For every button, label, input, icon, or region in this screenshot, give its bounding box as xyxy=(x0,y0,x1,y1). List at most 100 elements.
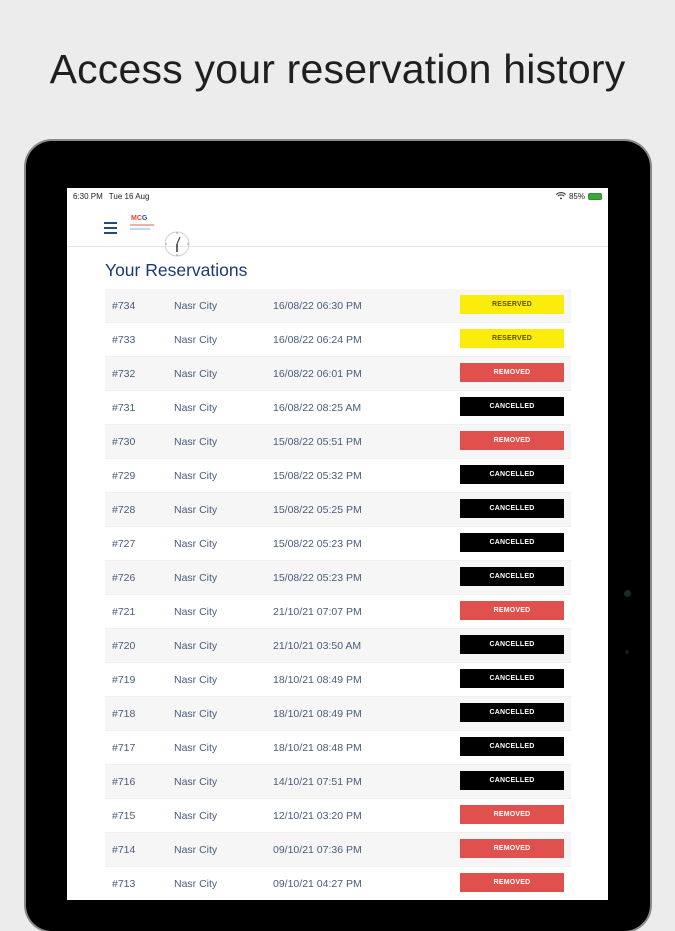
reservation-location: Nasr City xyxy=(174,504,218,516)
status-badge: CANCELLED xyxy=(460,567,564,586)
reservation-datetime: 09/10/21 04:27 PM xyxy=(273,878,362,890)
reservation-id: #730 xyxy=(112,436,136,448)
table-row[interactable]: #713 Nasr City 09/10/21 04:27 PM REMOVED xyxy=(105,867,571,900)
reservation-location: Nasr City xyxy=(174,640,218,652)
table-row[interactable]: #733 Nasr City 16/08/22 06:24 PM RESERVED xyxy=(105,323,571,357)
reservation-id: #731 xyxy=(112,402,136,414)
status-badge: CANCELLED xyxy=(460,533,564,552)
clock-icon xyxy=(165,231,190,257)
reservation-id: #714 xyxy=(112,844,136,856)
app-bar: MCG xyxy=(67,204,608,257)
reservation-id: #726 xyxy=(112,572,136,584)
reservation-id: #717 xyxy=(112,742,136,754)
page-title: Your Reservations xyxy=(105,260,248,280)
reservation-id: #729 xyxy=(112,470,136,482)
status-badge: REMOVED xyxy=(460,805,564,824)
reservation-datetime: 15/08/22 05:23 PM xyxy=(273,538,362,550)
reservation-location: Nasr City xyxy=(174,674,218,686)
reservation-location: Nasr City xyxy=(174,742,218,754)
status-badge: REMOVED xyxy=(460,363,564,382)
reservation-location: Nasr City xyxy=(174,708,218,720)
reservation-id: #721 xyxy=(112,606,136,618)
status-badge: CANCELLED xyxy=(460,635,564,654)
status-badge: REMOVED xyxy=(460,431,564,450)
reservation-id: #718 xyxy=(112,708,136,720)
reservation-location: Nasr City xyxy=(174,334,218,346)
reservation-id: #713 xyxy=(112,878,136,890)
reservation-datetime: 15/08/22 05:32 PM xyxy=(273,470,362,482)
camera-dot xyxy=(624,590,631,597)
brand-logo[interactable]: MCG xyxy=(128,213,156,241)
reservation-location: Nasr City xyxy=(174,538,218,550)
reservation-datetime: 16/08/22 06:24 PM xyxy=(273,334,362,346)
reservation-id: #715 xyxy=(112,810,136,822)
reservation-datetime: 14/10/21 07:51 PM xyxy=(273,776,362,788)
table-row[interactable]: #727 Nasr City 15/08/22 05:23 PM CANCELLED xyxy=(105,527,571,561)
status-badge: CANCELLED xyxy=(460,499,564,518)
reservation-id: #732 xyxy=(112,368,136,380)
table-row[interactable]: #721 Nasr City 21/10/21 07:07 PM REMOVED xyxy=(105,595,571,629)
reservation-datetime: 15/08/22 05:25 PM xyxy=(273,504,362,516)
status-badge: CANCELLED xyxy=(460,669,564,688)
reservation-id: #727 xyxy=(112,538,136,550)
reservation-datetime: 21/10/21 07:07 PM xyxy=(273,606,362,618)
table-row[interactable]: #719 Nasr City 18/10/21 08:49 PM CANCELLED xyxy=(105,663,571,697)
table-row[interactable]: #729 Nasr City 15/08/22 05:32 PM CANCELLED xyxy=(105,459,571,493)
status-badge: REMOVED xyxy=(460,601,564,620)
status-badge: CANCELLED xyxy=(460,465,564,484)
table-row[interactable]: #730 Nasr City 15/08/22 05:51 PM REMOVED xyxy=(105,425,571,459)
reservation-datetime: 09/10/21 07:36 PM xyxy=(273,844,362,856)
status-badge: RESERVED xyxy=(460,329,564,348)
status-badge: CANCELLED xyxy=(460,397,564,416)
wifi-icon xyxy=(555,192,566,200)
table-row[interactable]: #720 Nasr City 21/10/21 03:50 AM CANCELLED xyxy=(105,629,571,663)
status-right: 85% xyxy=(555,191,602,201)
hamburger-menu-icon[interactable] xyxy=(104,222,117,234)
reservation-datetime: 18/10/21 08:49 PM xyxy=(273,708,362,720)
table-row[interactable]: #728 Nasr City 15/08/22 05:25 PM CANCELLED xyxy=(105,493,571,527)
reservation-location: Nasr City xyxy=(174,402,218,414)
status-badge: CANCELLED xyxy=(460,737,564,756)
headline: Access your reservation history xyxy=(49,46,626,92)
reservation-datetime: 15/08/22 05:51 PM xyxy=(273,436,362,448)
reservation-location: Nasr City xyxy=(174,810,218,822)
reservation-datetime: 18/10/21 08:49 PM xyxy=(273,674,362,686)
reservation-location: Nasr City xyxy=(174,844,218,856)
reservation-datetime: 18/10/21 08:48 PM xyxy=(273,742,362,754)
reservation-id: #733 xyxy=(112,334,136,346)
reservation-location: Nasr City xyxy=(174,776,218,788)
sensor-dot xyxy=(625,650,629,654)
reservation-id: #716 xyxy=(112,776,136,788)
battery-icon xyxy=(588,192,602,200)
reservation-location: Nasr City xyxy=(174,572,218,584)
battery-percent: 85% xyxy=(568,191,585,201)
table-row[interactable]: #734 Nasr City 16/08/22 06:30 PM RESERVED xyxy=(105,289,571,323)
table-row[interactable]: #714 Nasr City 09/10/21 07:36 PM REMOVED xyxy=(105,833,571,867)
reservation-location: Nasr City xyxy=(174,878,218,890)
reservation-location: Nasr City xyxy=(174,470,218,482)
reservation-datetime: 15/08/22 05:23 PM xyxy=(273,572,362,584)
table-row[interactable]: #731 Nasr City 16/08/22 08:25 AM CANCELLED xyxy=(105,391,571,425)
reservation-id: #728 xyxy=(112,504,136,516)
table-row[interactable]: #716 Nasr City 14/10/21 07:51 PM CANCELLED xyxy=(105,765,571,799)
status-bar: 6:30 PM Tue 16 Aug 85% xyxy=(67,188,608,204)
table-row[interactable]: #726 Nasr City 15/08/22 05:23 PM CANCELLED xyxy=(105,561,571,595)
table-row[interactable]: #732 Nasr City 16/08/22 06:01 PM REMOVED xyxy=(105,357,571,391)
status-badge: RESERVED xyxy=(460,295,564,314)
status-badge: CANCELLED xyxy=(460,703,564,722)
reservations-table: #734 Nasr City 16/08/22 06:30 PM RESERVED #7… xyxy=(105,289,571,900)
table-row[interactable]: #717 Nasr City 18/10/21 08:48 PM CANCELLED xyxy=(105,731,571,765)
table-row[interactable]: #715 Nasr City 12/10/21 03:20 PM REMOVED xyxy=(105,799,571,833)
reservation-location: Nasr City xyxy=(174,300,218,312)
reservation-datetime: 16/08/22 06:01 PM xyxy=(273,368,362,380)
reservation-location: Nasr City xyxy=(174,368,218,380)
status-time: 6:30 PM xyxy=(73,191,103,201)
reservation-datetime: 16/08/22 06:30 PM xyxy=(273,300,362,312)
reservation-location: Nasr City xyxy=(174,606,218,618)
reservation-id: #719 xyxy=(112,674,136,686)
table-row[interactable]: #718 Nasr City 18/10/21 08:49 PM CANCELLED xyxy=(105,697,571,731)
reservation-id: #734 xyxy=(112,300,136,312)
reservation-datetime: 16/08/22 08:25 AM xyxy=(273,402,362,414)
status-badge: REMOVED xyxy=(460,839,564,858)
reservation-datetime: 21/10/21 03:50 AM xyxy=(273,640,362,652)
